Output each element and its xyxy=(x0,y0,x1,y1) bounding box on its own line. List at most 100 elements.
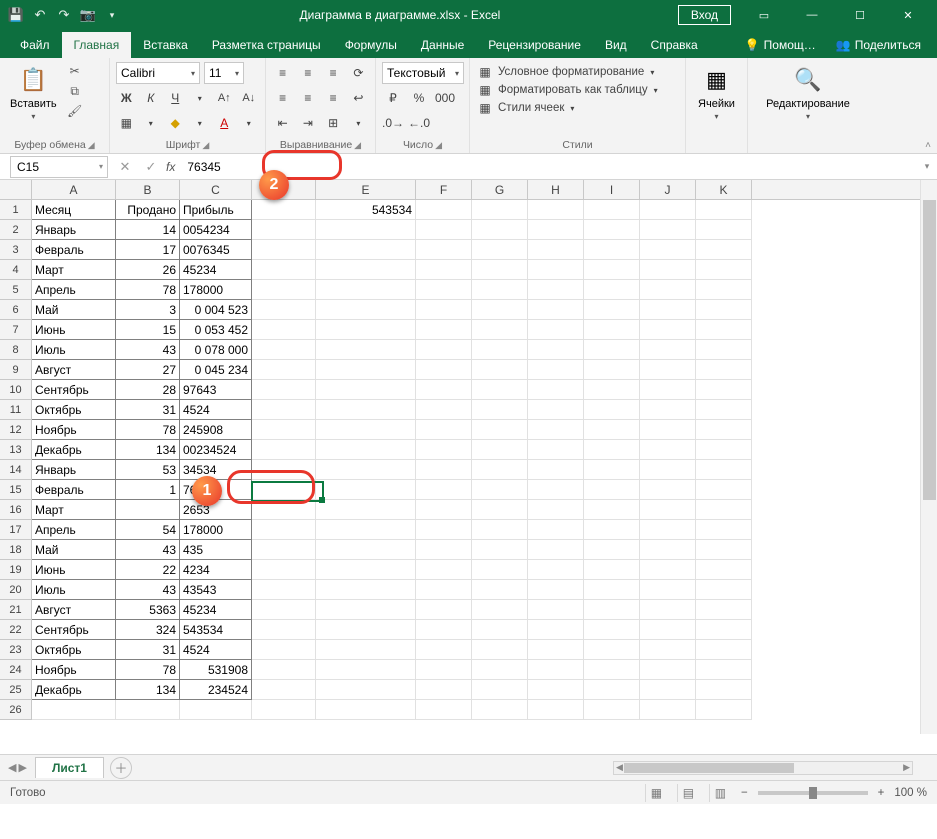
cell[interactable]: 22 xyxy=(116,560,180,580)
column-header-F[interactable]: F xyxy=(416,180,472,199)
cell[interactable] xyxy=(252,420,316,440)
column-header-H[interactable]: H xyxy=(528,180,584,199)
cell[interactable]: 543534 xyxy=(316,200,416,220)
cell[interactable] xyxy=(472,420,528,440)
increase-decimal-icon[interactable]: .0→ xyxy=(382,112,404,134)
decrease-indent-icon[interactable]: ⇤ xyxy=(272,112,293,134)
cell[interactable] xyxy=(696,400,752,420)
cell[interactable]: 178000 xyxy=(180,280,252,300)
align-bottom-icon[interactable]: ≡ xyxy=(323,62,344,84)
cell[interactable] xyxy=(472,560,528,580)
number-format-select[interactable]: Текстовый▾ xyxy=(382,62,464,84)
cell[interactable]: 97643 xyxy=(180,380,252,400)
cell[interactable] xyxy=(116,700,180,720)
wrap-text-icon[interactable]: ↩ xyxy=(348,87,369,109)
cell[interactable]: Декабрь xyxy=(32,680,116,700)
row-header-20[interactable]: 20 xyxy=(0,580,32,600)
align-top-icon[interactable]: ≡ xyxy=(272,62,293,84)
row-header-2[interactable]: 2 xyxy=(0,220,32,240)
cell[interactable] xyxy=(252,220,316,240)
cell[interactable] xyxy=(640,520,696,540)
cell[interactable] xyxy=(640,660,696,680)
cell[interactable]: 45234 xyxy=(180,260,252,280)
decrease-decimal-icon[interactable]: ←.0 xyxy=(408,112,430,134)
cell[interactable] xyxy=(252,680,316,700)
cell[interactable]: 45234 xyxy=(180,600,252,620)
horizontal-scrollbar[interactable]: ◀ ▶ xyxy=(613,761,913,775)
cell[interactable] xyxy=(316,700,416,720)
cell[interactable] xyxy=(252,600,316,620)
cell[interactable] xyxy=(252,560,316,580)
cell[interactable] xyxy=(416,300,472,320)
undo-icon[interactable]: ↶ xyxy=(30,5,50,25)
cell[interactable] xyxy=(640,200,696,220)
cell[interactable] xyxy=(416,280,472,300)
cell[interactable] xyxy=(584,280,640,300)
cell[interactable] xyxy=(584,620,640,640)
cell[interactable]: 234524 xyxy=(180,680,252,700)
cell[interactable] xyxy=(584,520,640,540)
cell[interactable] xyxy=(252,580,316,600)
increase-font-icon[interactable]: A↑ xyxy=(214,87,235,109)
cell[interactable] xyxy=(316,560,416,580)
align-left-icon[interactable]: ≡ xyxy=(272,87,293,109)
cell[interactable] xyxy=(316,380,416,400)
cell[interactable]: 43 xyxy=(116,540,180,560)
cell[interactable]: 78 xyxy=(116,280,180,300)
cell[interactable] xyxy=(584,560,640,580)
cell[interactable] xyxy=(252,520,316,540)
cell[interactable] xyxy=(32,700,116,720)
tab-help[interactable]: Справка xyxy=(639,32,710,58)
formula-input[interactable]: 76345 xyxy=(181,156,917,178)
cell[interactable] xyxy=(316,220,416,240)
cell[interactable] xyxy=(696,360,752,380)
cell[interactable] xyxy=(252,380,316,400)
cell[interactable] xyxy=(528,380,584,400)
cell[interactable] xyxy=(528,320,584,340)
cell[interactable] xyxy=(252,620,316,640)
column-header-K[interactable]: K xyxy=(696,180,752,199)
cell[interactable] xyxy=(696,520,752,540)
row-header-26[interactable]: 26 xyxy=(0,700,32,720)
cell[interactable] xyxy=(416,200,472,220)
tab-home[interactable]: Главная xyxy=(62,32,132,58)
cell[interactable] xyxy=(252,480,316,500)
cell[interactable]: 435 xyxy=(180,540,252,560)
row-header-3[interactable]: 3 xyxy=(0,240,32,260)
cell[interactable]: Июль xyxy=(32,340,116,360)
cell[interactable] xyxy=(528,400,584,420)
cell[interactable] xyxy=(528,260,584,280)
row-header-1[interactable]: 1 xyxy=(0,200,32,220)
cell[interactable] xyxy=(316,320,416,340)
column-header-G[interactable]: G xyxy=(472,180,528,199)
cell[interactable] xyxy=(316,640,416,660)
cell[interactable] xyxy=(416,560,472,580)
currency-icon[interactable]: ₽ xyxy=(382,87,404,109)
cell[interactable] xyxy=(472,220,528,240)
align-right-icon[interactable]: ≡ xyxy=(323,87,344,109)
cell[interactable] xyxy=(584,300,640,320)
cell[interactable] xyxy=(252,700,316,720)
cell[interactable] xyxy=(316,360,416,380)
cell[interactable]: 78 xyxy=(116,420,180,440)
cell[interactable] xyxy=(416,400,472,420)
accept-formula-icon[interactable]: ✓ xyxy=(138,156,164,178)
cell[interactable] xyxy=(584,600,640,620)
cell[interactable] xyxy=(696,540,752,560)
select-all-corner[interactable] xyxy=(0,180,32,199)
maximize-icon[interactable]: ☐ xyxy=(837,1,883,29)
cell[interactable] xyxy=(640,440,696,460)
zoom-level[interactable]: 100 % xyxy=(894,787,927,799)
font-family-select[interactable]: Calibri▾ xyxy=(116,62,200,84)
cell[interactable] xyxy=(416,360,472,380)
cell[interactable]: Июль xyxy=(32,580,116,600)
cell[interactable] xyxy=(472,640,528,660)
chevron-down-icon[interactable]: ▾ xyxy=(348,112,369,134)
cell[interactable]: 0 078 000 xyxy=(180,340,252,360)
cell[interactable] xyxy=(696,260,752,280)
cell[interactable] xyxy=(316,260,416,280)
column-header-C[interactable]: C xyxy=(180,180,252,199)
cell[interactable] xyxy=(584,360,640,380)
scroll-left-icon[interactable]: ◀ xyxy=(616,762,623,773)
cell[interactable] xyxy=(416,460,472,480)
